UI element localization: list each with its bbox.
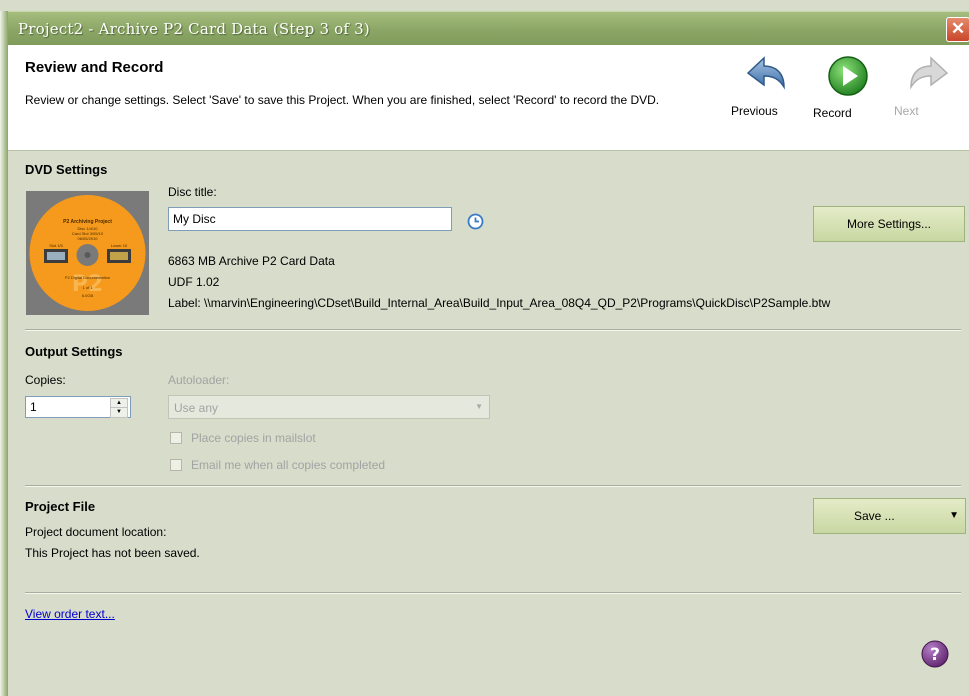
forward-arrow-icon	[910, 56, 949, 90]
previous-button[interactable]: Previous	[731, 55, 801, 118]
dvd-settings-heading: DVD Settings	[25, 162, 108, 177]
mailslot-checkbox[interactable]	[170, 432, 182, 444]
divider	[25, 485, 961, 487]
svg-text:P2 Digital Documentation: P2 Digital Documentation	[65, 275, 110, 280]
next-button[interactable]: Next	[894, 55, 964, 118]
copies-label: Copies:	[25, 373, 66, 387]
divider	[25, 329, 961, 331]
project-save-status: This Project has not been saved.	[25, 546, 200, 560]
record-label: Record	[813, 106, 852, 120]
previous-label: Previous	[731, 104, 778, 118]
disc-format: UDF 1.02	[168, 275, 220, 289]
disc-title-input[interactable]: My Disc	[168, 207, 452, 231]
disc-art-title: P2 Archiving Project	[63, 219, 112, 225]
title-bar[interactable]: Project2 - Archive P2 Card Data (Step 3 …	[8, 11, 969, 46]
save-label: Save ...	[854, 509, 895, 523]
view-order-text-link[interactable]: View order text...	[25, 607, 115, 621]
save-dropdown-icon[interactable]: ▼	[949, 499, 959, 533]
svg-text:Lower 10: Lower 10	[111, 243, 128, 248]
save-button[interactable]: Save ... ▼	[813, 498, 966, 534]
window-left-border	[0, 11, 8, 696]
next-label: Next	[894, 104, 919, 118]
autoloader-label: Autoloader:	[168, 373, 230, 387]
window-title: Project2 - Archive P2 Card Data (Step 3 …	[18, 20, 370, 38]
more-settings-button[interactable]: More Settings...	[813, 206, 965, 242]
record-button[interactable]: Record	[813, 55, 883, 120]
email-label: Email me when all copies completed	[191, 458, 386, 472]
project-location-label: Project document location:	[25, 525, 167, 539]
copies-down-icon[interactable]: ▼	[110, 407, 128, 418]
svg-text:06/05/2010: 06/05/2010	[77, 236, 98, 241]
page-title: Review and Record	[25, 59, 164, 76]
disc-title-label: Disc title:	[168, 185, 217, 199]
mailslot-label: Place copies in mailslot	[191, 431, 316, 445]
project-file-heading: Project File	[25, 499, 96, 514]
back-arrow-icon	[746, 56, 785, 90]
disc-size-info: 6863 MB Archive P2 Card Data	[168, 254, 335, 268]
autoloader-value: Use any	[174, 401, 219, 415]
disc-title-history-icon[interactable]	[467, 213, 484, 233]
disc-label-path: Label: \\marvin\Engineering\CDset\Build_…	[168, 296, 831, 310]
svg-text:6.0GB: 6.0GB	[82, 293, 94, 298]
email-checkbox[interactable]	[170, 459, 182, 471]
autoloader-select[interactable]: Use any ▼	[168, 395, 490, 419]
svg-text:?: ?	[930, 645, 940, 665]
record-play-icon	[828, 56, 868, 96]
wizard-header: Review and Record Review or change setti…	[8, 45, 969, 151]
disc-label-preview: P2 Archiving Project Disc 1/4/10 Card Sl…	[26, 191, 149, 315]
copies-value[interactable]: 1	[30, 400, 37, 414]
output-settings-heading: Output Settings	[25, 344, 123, 359]
help-icon[interactable]: ?	[920, 639, 950, 672]
divider	[25, 592, 961, 594]
close-icon[interactable]: ✕	[946, 17, 969, 42]
wizard-body: DVD Settings P2 Archiving Project Disc 1…	[8, 151, 969, 696]
copies-stepper[interactable]: 1 ▲ ▼	[25, 396, 131, 418]
svg-text:1 of 1: 1 of 1	[82, 285, 93, 290]
disc-image: P2 Archiving Project Disc 1/4/10 Card Sl…	[29, 195, 146, 311]
chevron-down-icon: ▼	[475, 402, 483, 411]
svg-text:Slot 1/5: Slot 1/5	[49, 243, 63, 248]
page-description: Review or change settings. Select 'Save'…	[25, 93, 660, 107]
